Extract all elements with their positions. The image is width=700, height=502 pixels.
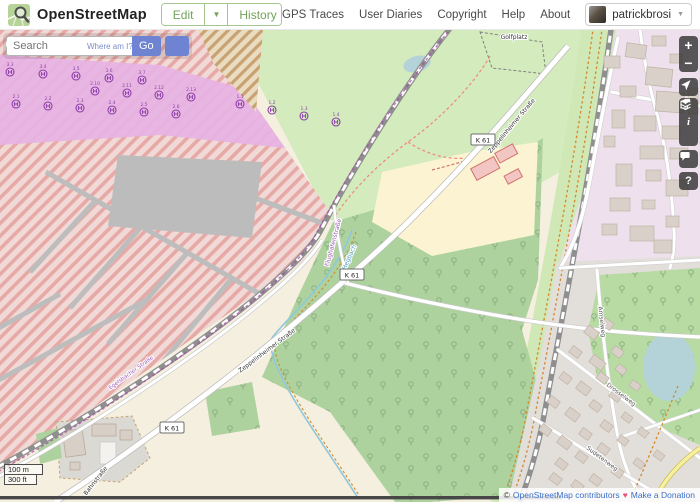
helipad-ref: 2.1 bbox=[13, 94, 20, 100]
locate-button[interactable] bbox=[679, 78, 698, 96]
building bbox=[616, 164, 632, 186]
helipad-ref: 2.11 bbox=[122, 83, 132, 89]
map-key-button[interactable]: i bbox=[679, 114, 698, 130]
bottom-dark-line bbox=[0, 496, 562, 499]
building bbox=[666, 216, 679, 227]
help-link[interactable]: Help bbox=[502, 9, 526, 21]
scale-bar: 100 m 300 ft bbox=[4, 464, 43, 485]
building bbox=[602, 224, 617, 235]
search-box[interactable]: Where am I? bbox=[6, 36, 132, 56]
helipad-ref: 2.4 bbox=[109, 100, 116, 106]
user-diaries-link[interactable]: User Diaries bbox=[359, 9, 422, 21]
helipad-ref: 2.2 bbox=[45, 96, 52, 102]
share-button[interactable] bbox=[679, 130, 698, 146]
site-header: OpenStreetMap Edit ▼ History Export GPS … bbox=[0, 0, 700, 30]
building bbox=[662, 126, 680, 139]
copyright-link[interactable]: Copyright bbox=[437, 9, 486, 21]
brand[interactable]: OpenStreetMap bbox=[8, 4, 147, 26]
helipad-ref: 2.5 bbox=[141, 102, 148, 108]
secondary-nav: GPS Traces User Diaries Copyright Help A… bbox=[282, 3, 692, 26]
map-viewport[interactable]: 3.3 3.4 3.5 3.6 3.7 2.10 2.11 2.12 2.13 2.1 2.2 2.3… bbox=[0, 30, 700, 502]
helipad-ref: 2.3 bbox=[77, 98, 84, 104]
copyright-symbol: © bbox=[504, 490, 510, 500]
site-title: OpenStreetMap bbox=[37, 7, 147, 23]
svg-text:K 61: K 61 bbox=[476, 137, 491, 145]
helipad-ref: 3.4 bbox=[40, 64, 47, 70]
search-go-button[interactable]: Go bbox=[132, 36, 161, 56]
directions-icon bbox=[3, 33, 19, 49]
edit-dropdown-caret[interactable]: ▼ bbox=[204, 4, 227, 25]
zoom-out-button[interactable]: − bbox=[679, 54, 698, 72]
helipad-ref: 1.3 bbox=[301, 106, 308, 112]
share-icon bbox=[679, 98, 691, 110]
helipad-ref: 1.4 bbox=[333, 112, 340, 118]
gps-traces-link[interactable]: GPS Traces bbox=[282, 9, 344, 21]
building bbox=[630, 226, 654, 241]
road-shield: K 61 bbox=[340, 269, 364, 280]
helipad-ref: 3.7 bbox=[139, 70, 146, 76]
zoom-in-button[interactable]: + bbox=[679, 36, 698, 54]
about-link[interactable]: About bbox=[540, 9, 570, 21]
user-menu-caret: ▼ bbox=[677, 11, 684, 18]
helipad-ref: 2.12 bbox=[154, 85, 164, 91]
where-am-i-link[interactable]: Where am I? bbox=[87, 42, 133, 51]
helipad-ref: 2.6 bbox=[173, 104, 180, 110]
building bbox=[620, 86, 636, 97]
map-label: Golfplatz bbox=[501, 34, 528, 41]
username: patrickbrosi bbox=[612, 9, 671, 21]
helipad-ref: 3.6 bbox=[106, 68, 113, 74]
user-menu[interactable]: patrickbrosi ▼ bbox=[585, 3, 692, 26]
donate-link[interactable]: Make a Donation bbox=[631, 490, 695, 500]
building bbox=[625, 43, 647, 60]
heart-icon: ♥ bbox=[623, 490, 628, 500]
apron bbox=[108, 155, 262, 238]
helipad-ref: 1.1 bbox=[237, 94, 244, 100]
building bbox=[642, 200, 655, 209]
map-canvas[interactable]: 3.3 3.4 3.5 3.6 3.7 2.10 2.11 2.12 2.13 2.1 2.2 2.3… bbox=[0, 30, 700, 502]
svg-text:K 61: K 61 bbox=[345, 272, 360, 280]
locate-arrow-icon bbox=[679, 78, 692, 91]
building bbox=[640, 146, 664, 159]
attribution-bar: © OpenStreetMap contributors ♥ Make a Do… bbox=[499, 488, 700, 502]
building bbox=[610, 198, 630, 211]
primary-nav: Edit ▼ History Export bbox=[161, 3, 282, 26]
osm-contributors-link[interactable]: OpenStreetMap contributors bbox=[513, 490, 620, 500]
history-button[interactable]: History bbox=[227, 4, 282, 25]
building bbox=[604, 136, 615, 147]
helipad-ref: 1.2 bbox=[269, 100, 276, 106]
scale-imperial: 300 ft bbox=[4, 474, 37, 485]
building bbox=[646, 170, 661, 181]
edit-button[interactable]: Edit bbox=[162, 4, 205, 25]
helipad-ref: 2.13 bbox=[186, 87, 196, 93]
add-note-button[interactable] bbox=[679, 150, 698, 168]
helipad-ref: 3.3 bbox=[7, 62, 14, 68]
road-shield: K 61 bbox=[160, 422, 184, 433]
building bbox=[604, 56, 620, 68]
svg-text:K 61: K 61 bbox=[165, 425, 180, 433]
building bbox=[645, 67, 673, 88]
road-shield: K 61 bbox=[471, 134, 495, 145]
query-features-button[interactable]: ? bbox=[679, 172, 698, 190]
building bbox=[612, 110, 625, 128]
avatar bbox=[589, 6, 606, 23]
pond bbox=[643, 333, 695, 401]
building bbox=[634, 116, 656, 131]
directions-button[interactable] bbox=[165, 36, 189, 56]
helipad-ref: 3.5 bbox=[73, 66, 80, 72]
osm-logo-icon bbox=[8, 4, 30, 26]
note-bubble-icon bbox=[679, 150, 691, 162]
search-panel: Where am I? Go bbox=[3, 33, 192, 59]
building bbox=[652, 36, 666, 46]
search-input[interactable] bbox=[11, 39, 87, 53]
building bbox=[654, 240, 672, 253]
scale-metric: 100 m bbox=[4, 464, 43, 475]
helipad-ref: 2.10 bbox=[90, 81, 100, 87]
